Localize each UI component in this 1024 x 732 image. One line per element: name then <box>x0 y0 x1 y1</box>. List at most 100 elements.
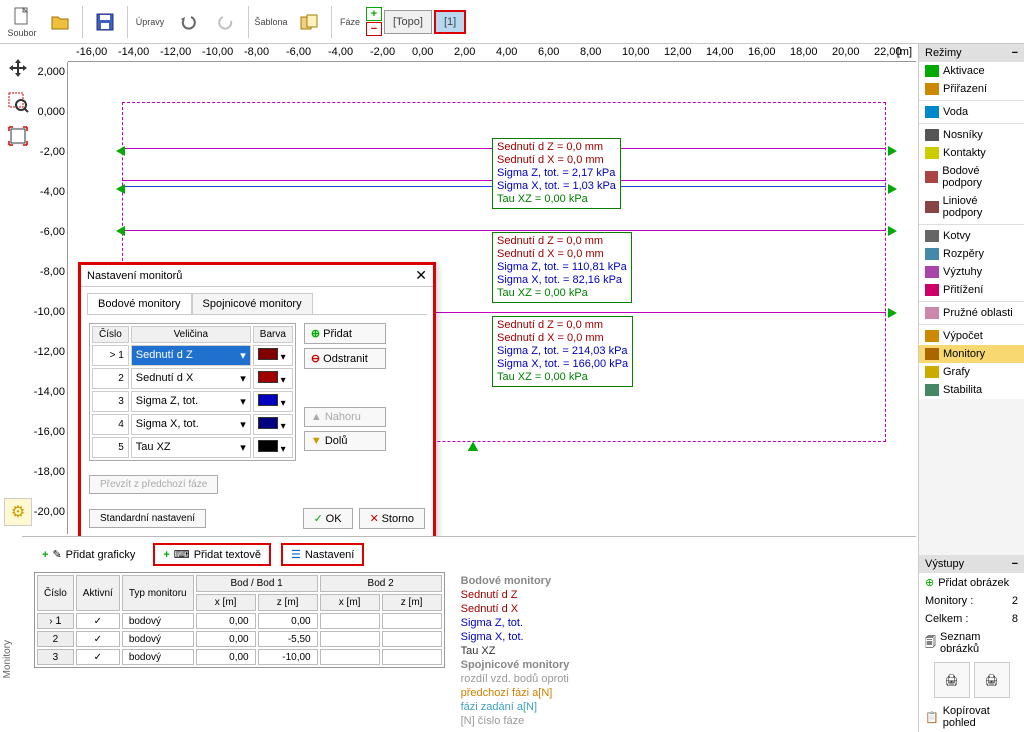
save-button[interactable] <box>87 3 123 41</box>
print-buttons: 🖨 🖨 <box>919 658 1024 702</box>
col-pt1: Bod / Bod 1 <box>196 575 318 592</box>
separator <box>127 6 128 38</box>
mode-monitory[interactable]: Monitory <box>919 345 1024 363</box>
monitors-count: Monitory :2 <box>919 592 1024 610</box>
support-icon <box>888 226 897 236</box>
copy-view-button[interactable]: 📋Kopírovat pohled <box>919 702 1024 732</box>
add-graphically-button[interactable]: +✎ Přidat graficky <box>34 545 143 564</box>
modes-list: Aktivace Přiřazení Voda Nosníky Kontakty… <box>919 62 1024 399</box>
phase-add-remove: + − <box>366 7 382 36</box>
mode-kontakty[interactable]: Kontakty <box>919 144 1024 162</box>
support-icon <box>888 146 897 156</box>
col-quantity: Veličina <box>131 326 251 343</box>
picture-list-button[interactable]: 🗐Seznam obrázků <box>919 628 1024 658</box>
cancel-button[interactable]: ✕ Storno <box>359 508 425 529</box>
support-icon <box>116 184 125 194</box>
print-icon[interactable]: 🖨 <box>934 662 970 698</box>
total-count: Celkem :8 <box>919 610 1024 628</box>
minimize-icon[interactable]: − <box>1012 558 1018 570</box>
mode-vyztuhy[interactable]: Výztuhy <box>919 263 1024 281</box>
file-label: Soubor <box>7 28 36 38</box>
monitor-readout-1: Sednutí d Z = 0,0 mmSednutí d X = 0,0 mm… <box>492 138 621 209</box>
table-row[interactable]: 2✓bodový0,00-5,50 <box>37 631 442 647</box>
separator <box>331 6 332 38</box>
dialog-titlebar: Nastavení monitorů ✕ <box>81 265 433 287</box>
minimize-icon[interactable]: − <box>1012 47 1018 59</box>
table-row[interactable]: 5Tau XZ ▾ ▾ <box>92 437 293 458</box>
right-sidebar: Režimy− Aktivace Přiřazení Voda Nosníky … <box>918 44 1024 732</box>
fit-view-icon[interactable] <box>4 122 32 150</box>
table-row[interactable]: 3✓bodový0,00-10,00 <box>37 649 442 665</box>
mode-stabilita[interactable]: Stabilita <box>919 381 1024 399</box>
main-toolbar: Soubor Úpravy Šablona Fáze + − [Topo] [1… <box>0 0 1024 44</box>
col-num: Číslo <box>37 575 74 611</box>
move-down-button[interactable]: ▼Dolů <box>304 431 386 451</box>
modes-header: Režimy− <box>919 44 1024 62</box>
zoom-select-icon[interactable] <box>4 88 32 116</box>
mode-prirazeni[interactable]: Přiřazení <box>919 80 1024 98</box>
left-toolbar <box>0 48 36 150</box>
mode-aktivace[interactable]: Aktivace <box>919 62 1024 80</box>
tab-point-monitors[interactable]: Bodové monitory <box>87 293 192 314</box>
support-icon <box>888 184 897 194</box>
pan-icon[interactable] <box>4 54 32 82</box>
add-button[interactable]: ⊕Přidat <box>304 323 386 344</box>
mode-nosniky[interactable]: Nosníky <box>919 126 1024 144</box>
table-row[interactable]: 3Sigma Z, tot. ▾ ▾ <box>92 391 293 412</box>
legend-panel: Bodové monitory Sednutí d Z Sednutí d X … <box>453 572 578 730</box>
close-icon[interactable]: ✕ <box>415 267 427 284</box>
support-icon <box>888 308 897 318</box>
template-button[interactable]: Šablona <box>253 3 289 41</box>
std-settings-button[interactable]: Standardní nastavení <box>89 509 206 528</box>
mode-rozpery[interactable]: Rozpěry <box>919 245 1024 263</box>
col-type: Typ monitoru <box>122 575 194 611</box>
mode-grafy[interactable]: Grafy <box>919 363 1024 381</box>
tab-line-monitors[interactable]: Spojnicové monitory <box>192 293 313 314</box>
monitor-quantities-table: ČísloVeličinaBarva > 1Sednutí d Z ▾ ▾ 2S… <box>89 323 296 461</box>
redo-button[interactable] <box>208 3 244 41</box>
add-text-button[interactable]: +⌨ Přidat textově <box>153 543 271 566</box>
mode-kotvy[interactable]: Kotvy <box>919 227 1024 245</box>
separator <box>248 6 249 38</box>
undo-button[interactable] <box>170 3 206 41</box>
col-number: Číslo <box>92 326 129 343</box>
phase-add-icon[interactable]: + <box>366 7 382 21</box>
ok-button[interactable]: ✓ OK <box>303 508 353 529</box>
table-row[interactable]: > 1Sednutí d Z ▾ ▾ <box>92 345 293 366</box>
phase-topo-button[interactable]: [Topo] <box>384 10 432 34</box>
side-tab-label[interactable]: Monitory <box>2 640 13 678</box>
table-row[interactable]: 4Sigma X, tot. ▾ ▾ <box>92 414 293 435</box>
mode-vypocet[interactable]: Výpočet <box>919 327 1024 345</box>
col-active: Aktivní <box>76 575 120 611</box>
move-up-button[interactable]: ▲Nahoru <box>304 407 386 427</box>
remove-button[interactable]: ⊖Odstranit <box>304 348 386 369</box>
settings-button[interactable]: ☰ Nastavení <box>281 543 364 566</box>
monitor-readout-3: Sednutí d Z = 0,0 mmSednutí d X = 0,0 mm… <box>492 316 633 387</box>
phase-remove-icon[interactable]: − <box>366 22 382 36</box>
col-pt2: Bod 2 <box>320 575 442 592</box>
ruler-vertical: 2,0000,000-2,00-4,00-6,00-8,00-10,00-12,… <box>40 62 68 534</box>
add-picture-button[interactable]: ⊕Přidat obrázek <box>919 573 1024 592</box>
edit-button[interactable]: Úpravy <box>132 3 168 41</box>
prev-phase-button[interactable]: Převzít z předchozí fáze <box>89 475 218 494</box>
table-row[interactable]: 2Sednutí d X ▾ ▾ <box>92 368 293 389</box>
mode-bod-podpory[interactable]: Bodové podpory <box>919 162 1024 192</box>
open-file-button[interactable] <box>42 3 78 41</box>
support-icon <box>116 226 125 236</box>
col-color: Barva <box>253 326 293 343</box>
bottom-panel: +✎ Přidat graficky +⌨ Přidat textově ☰ N… <box>22 536 916 732</box>
new-file-button[interactable]: Soubor <box>4 3 40 41</box>
mode-pruzne[interactable]: Pružné oblasti <box>919 304 1024 322</box>
phase-1-button[interactable]: [1] <box>434 10 466 34</box>
dialog-tabs: Bodové monitory Spojnicové monitory <box>87 293 427 315</box>
edit-label: Úpravy <box>136 17 165 27</box>
print-color-icon[interactable]: 🖨 <box>974 662 1010 698</box>
dialog-title: Nastavení monitorů <box>87 270 182 282</box>
mode-voda[interactable]: Voda <box>919 103 1024 121</box>
mode-lin-podpory[interactable]: Liniové podpory <box>919 192 1024 222</box>
table-row[interactable]: › 1✓bodový0,000,00 <box>37 613 442 629</box>
monitor-settings-dialog: Nastavení monitorů ✕ Bodové monitory Spo… <box>78 262 436 540</box>
mode-pritizeni[interactable]: Přitížení <box>919 281 1024 299</box>
settings-gear-icon[interactable]: ⚙ <box>4 498 32 526</box>
copy-button[interactable] <box>291 3 327 41</box>
